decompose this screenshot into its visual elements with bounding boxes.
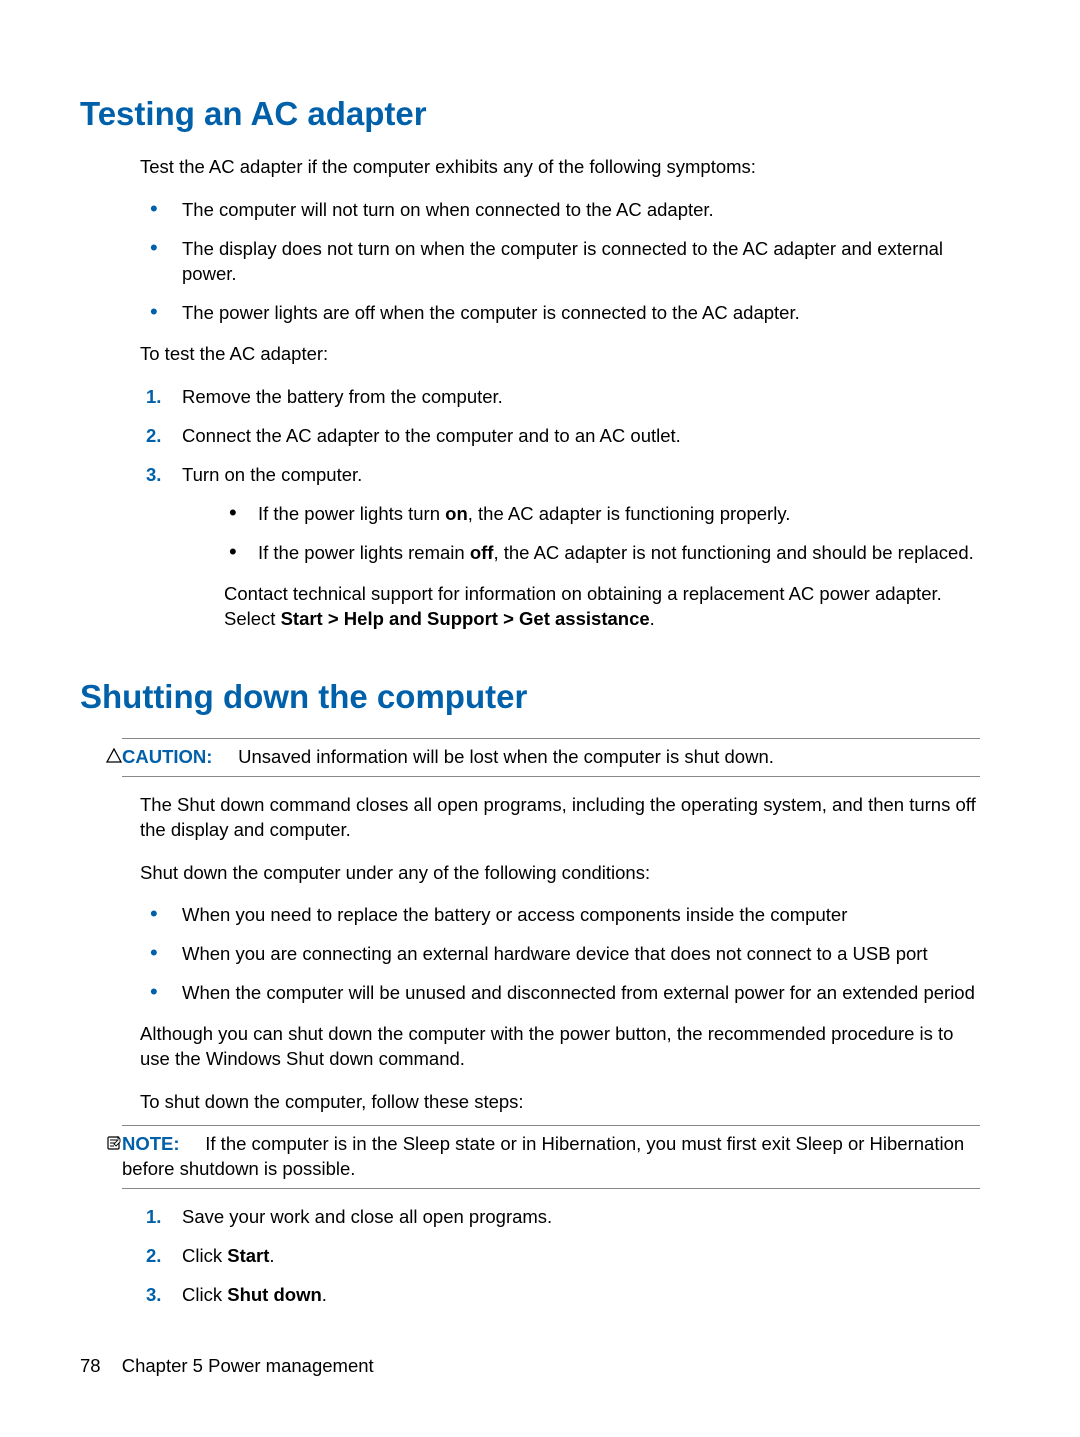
text: If the power lights turn (258, 503, 445, 524)
bold-text: off (470, 542, 494, 563)
list-item: When you are connecting an external hard… (140, 942, 980, 967)
step3-followup: Contact technical support for informatio… (224, 582, 980, 632)
note-icon (106, 1133, 122, 1149)
list-item: Click Shut down. (140, 1283, 980, 1308)
bold-text: Start (227, 1245, 269, 1266)
list-item: If the power lights turn on, the AC adap… (224, 502, 980, 527)
list-item: Save your work and close all open progra… (140, 1205, 980, 1230)
test-steps: Remove the battery from the computer. Co… (140, 385, 980, 632)
list-item: The display does not turn on when the co… (140, 237, 980, 287)
section2-p1: The Shut down command closes all open pr… (140, 793, 980, 843)
list-item: If the power lights remain off, the AC a… (224, 541, 980, 566)
shutdown-conditions: When you need to replace the battery or … (140, 903, 980, 1006)
section2-body: CAUTION: Unsaved information will be los… (140, 738, 980, 1309)
list-item: The computer will not turn on when conne… (140, 198, 980, 223)
step3-sublist: If the power lights turn on, the AC adap… (224, 502, 980, 566)
page-footer: 78 Chapter 5 Power management (80, 1355, 374, 1377)
section1-body: Test the AC adapter if the computer exhi… (140, 155, 980, 632)
caution-icon (106, 746, 122, 762)
text: , the AC adapter is not functioning and … (493, 542, 973, 563)
step-text: Turn on the computer. (182, 464, 362, 485)
caution-text: Unsaved information will be lost when th… (238, 746, 774, 767)
page-number: 78 (80, 1355, 101, 1376)
text: Click (182, 1245, 227, 1266)
bold-text: Shut down (227, 1284, 322, 1305)
text: . (650, 608, 655, 629)
heading-testing-ac-adapter: Testing an AC adapter (80, 95, 980, 133)
shutdown-steps: Save your work and close all open progra… (140, 1205, 980, 1308)
list-item: Connect the AC adapter to the computer a… (140, 424, 980, 449)
bold-text: on (445, 503, 468, 524)
text: . (322, 1284, 327, 1305)
note-text: If the computer is in the Sleep state or… (122, 1133, 964, 1179)
chapter-label: Chapter 5 Power management (122, 1355, 374, 1376)
text: If the power lights remain (258, 542, 470, 563)
section2-p4: To shut down the computer, follow these … (140, 1090, 980, 1115)
caution-callout: CAUTION: Unsaved information will be los… (122, 738, 980, 777)
text: , the AC adapter is functioning properly… (468, 503, 791, 524)
text: Click (182, 1284, 227, 1305)
section1-test-intro: To test the AC adapter: (140, 342, 980, 367)
section2-p2: Shut down the computer under any of the … (140, 861, 980, 886)
list-item: The power lights are off when the comput… (140, 301, 980, 326)
bold-text: Start > Help and Support > Get assistanc… (281, 608, 650, 629)
list-item: When you need to replace the battery or … (140, 903, 980, 928)
list-item: Turn on the computer. If the power light… (140, 463, 980, 632)
section2-p3: Although you can shut down the computer … (140, 1022, 980, 1072)
symptom-list: The computer will not turn on when conne… (140, 198, 980, 326)
caution-label: CAUTION: (122, 746, 212, 767)
list-item: Click Start. (140, 1244, 980, 1269)
document-page: Testing an AC adapter Test the AC adapte… (0, 0, 1080, 1437)
note-callout: NOTE: If the computer is in the Sleep st… (122, 1125, 980, 1189)
note-label: NOTE: (122, 1133, 180, 1154)
list-item: When the computer will be unused and dis… (140, 981, 980, 1006)
heading-shutting-down: Shutting down the computer (80, 678, 980, 716)
list-item: Remove the battery from the computer. (140, 385, 980, 410)
section1-intro: Test the AC adapter if the computer exhi… (140, 155, 980, 180)
text: . (269, 1245, 274, 1266)
